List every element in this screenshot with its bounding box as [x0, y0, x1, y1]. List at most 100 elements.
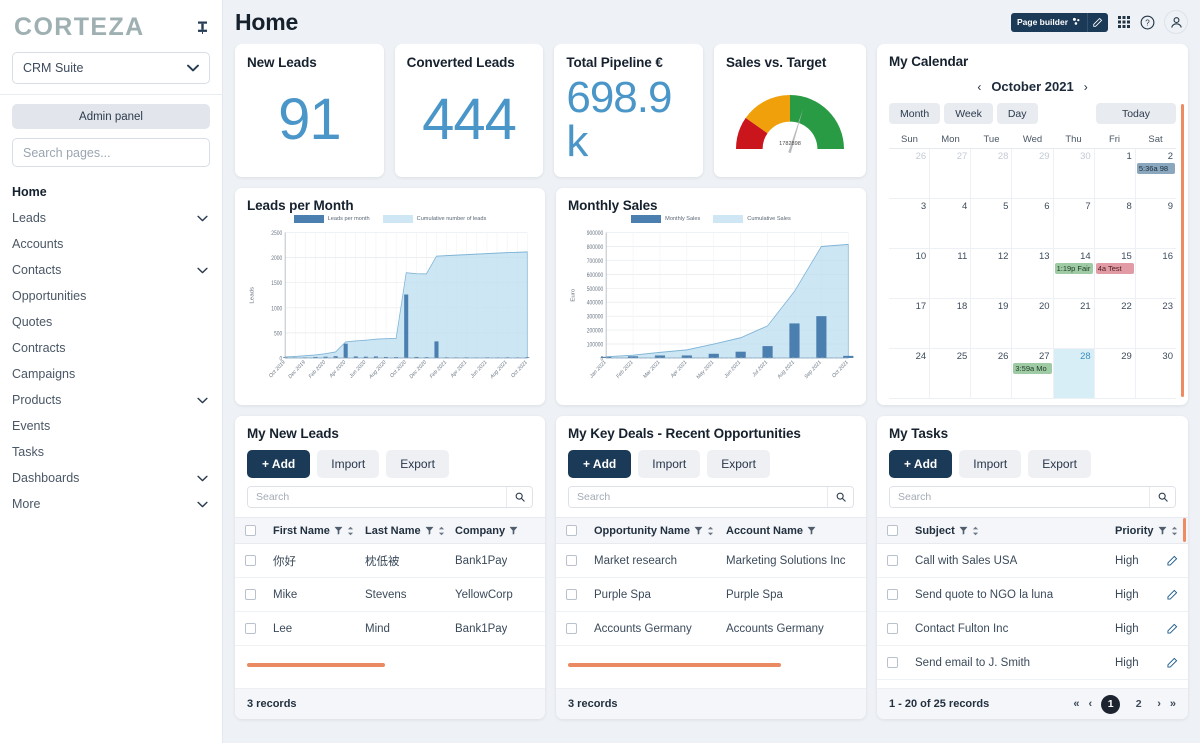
- horizontal-scrollbar[interactable]: [247, 662, 533, 667]
- calendar-day-cell[interactable]: 27: [930, 149, 972, 198]
- calendar-day-cell[interactable]: 21: [1054, 299, 1095, 348]
- search-icon[interactable]: [827, 487, 853, 507]
- search-input[interactable]: Search: [248, 487, 506, 507]
- column-header-first-name[interactable]: First Name: [273, 525, 365, 537]
- calendar-day-cell[interactable]: 22: [1095, 299, 1136, 348]
- table-row[interactable]: Send email to J. Smith High: [877, 646, 1188, 680]
- pin-icon[interactable]: [197, 21, 208, 34]
- pager-page-2[interactable]: 2: [1129, 695, 1148, 714]
- table-row[interactable]: Contact Fulton Inc High: [877, 612, 1188, 646]
- calendar-day-cell[interactable]: 26: [889, 149, 931, 198]
- pager-last[interactable]: »: [1170, 698, 1176, 710]
- sidebar-item-leads[interactable]: Leads: [0, 205, 222, 231]
- calendar-day-cell[interactable]: 25: [930, 349, 972, 398]
- filter-icon[interactable]: [509, 526, 518, 535]
- chevron-right-icon[interactable]: ›: [1084, 80, 1088, 94]
- calendar-day-cell[interactable]: 23: [1136, 299, 1176, 348]
- sort-icon[interactable]: [707, 526, 714, 536]
- calendar-day-cell[interactable]: 27 3:59a Mo: [1012, 349, 1054, 398]
- import-button[interactable]: Import: [638, 450, 701, 478]
- table-row[interactable]: 你好 枕低被 Bank1Pay: [235, 544, 545, 578]
- calendar-day-cell[interactable]: 18: [930, 299, 972, 348]
- filter-icon[interactable]: [807, 526, 816, 535]
- vertical-scrollbar[interactable]: [1183, 518, 1186, 542]
- sort-icon[interactable]: [347, 526, 354, 536]
- table-row[interactable]: Purple Spa Purple Spa: [556, 578, 866, 612]
- calendar-view-week[interactable]: Week: [944, 103, 993, 124]
- calendar-day-cell[interactable]: 8: [1095, 199, 1136, 248]
- table-row[interactable]: Market research Marketing Solutions Inc: [556, 544, 866, 578]
- calendar-day-cell[interactable]: 20: [1012, 299, 1054, 348]
- sidebar-item-contacts[interactable]: Contacts: [0, 257, 222, 283]
- table-row[interactable]: Accounts Germany Accounts Germany: [556, 612, 866, 646]
- table-row[interactable]: Call with Sales USA High: [877, 544, 1188, 578]
- row-checkbox[interactable]: [245, 589, 273, 600]
- calendar-day-cell[interactable]: 26: [971, 349, 1013, 398]
- select-all-checkbox[interactable]: [245, 525, 273, 536]
- row-checkbox[interactable]: [566, 589, 594, 600]
- calendar-event[interactable]: 1:19p Fair: [1054, 263, 1093, 274]
- help-icon[interactable]: ?: [1140, 15, 1155, 30]
- add-button[interactable]: + Add: [568, 450, 632, 478]
- filter-icon[interactable]: [959, 526, 968, 535]
- calendar-event[interactable]: 4a Test: [1095, 263, 1134, 274]
- grid-apps-icon[interactable]: [1117, 15, 1131, 29]
- calendar-event[interactable]: 5:36a 98: [1136, 163, 1175, 174]
- row-checkbox[interactable]: [887, 657, 915, 668]
- edit-task-icon[interactable]: [1167, 623, 1188, 634]
- search-input[interactable]: Search: [569, 487, 827, 507]
- chevron-down-icon[interactable]: [197, 501, 208, 508]
- calendar-day-cell[interactable]: 29: [1095, 349, 1136, 398]
- calendar-day-cell[interactable]: 6: [1012, 199, 1054, 248]
- calendar-day-cell[interactable]: 16: [1136, 249, 1176, 298]
- table-row[interactable]: Lee Mind Bank1Pay: [235, 612, 545, 646]
- filter-icon[interactable]: [694, 526, 703, 535]
- sidebar-item-accounts[interactable]: Accounts: [0, 231, 222, 257]
- sidebar-item-opportunities[interactable]: Opportunities: [0, 283, 222, 309]
- admin-panel-button[interactable]: Admin panel: [12, 104, 210, 129]
- user-avatar-icon[interactable]: [1164, 10, 1188, 34]
- table-row[interactable]: Send quote to NGO la luna High: [877, 578, 1188, 612]
- sidebar-item-products[interactable]: Products: [0, 387, 222, 413]
- calendar-day-cell[interactable]: 10: [889, 249, 931, 298]
- edit-task-icon[interactable]: [1167, 657, 1188, 668]
- search-input[interactable]: Search: [890, 487, 1149, 507]
- export-button[interactable]: Export: [707, 450, 770, 478]
- calendar-day-cell[interactable]: 17: [889, 299, 931, 348]
- calendar-view-month[interactable]: Month: [889, 103, 941, 124]
- pager-first[interactable]: «: [1073, 698, 1079, 710]
- pager-page-1[interactable]: 1: [1101, 694, 1121, 714]
- import-button[interactable]: Import: [317, 450, 380, 478]
- sort-icon[interactable]: [438, 526, 445, 536]
- column-header-last-name[interactable]: Last Name: [365, 525, 455, 537]
- panel-search[interactable]: Search: [568, 486, 854, 508]
- calendar-day-cell[interactable]: 28: [971, 149, 1013, 198]
- calendar-event[interactable]: 3:59a Mo: [1013, 363, 1052, 374]
- select-all-checkbox[interactable]: [887, 525, 915, 536]
- calendar-day-cell[interactable]: 14 1:19p Fair: [1054, 249, 1095, 298]
- row-checkbox[interactable]: [566, 623, 594, 634]
- sidebar-item-contracts[interactable]: Contracts: [0, 335, 222, 361]
- calendar-day-cell[interactable]: 13: [1012, 249, 1054, 298]
- filter-icon[interactable]: [1158, 526, 1167, 535]
- search-icon[interactable]: [506, 487, 532, 507]
- export-button[interactable]: Export: [386, 450, 449, 478]
- sidebar-item-tasks[interactable]: Tasks: [0, 439, 222, 465]
- calendar-day-cell[interactable]: 29: [1012, 149, 1054, 198]
- sidebar-item-more[interactable]: More: [0, 491, 222, 517]
- chevron-down-icon[interactable]: [197, 397, 208, 404]
- add-button[interactable]: + Add: [889, 450, 953, 478]
- table-row[interactable]: Mike Stevens YellowCorp: [235, 578, 545, 612]
- calendar-day-cell[interactable]: 15 4a Test: [1095, 249, 1136, 298]
- horizontal-scrollbar[interactable]: [568, 662, 854, 667]
- chevron-down-icon[interactable]: [197, 475, 208, 482]
- sort-icon[interactable]: [972, 526, 979, 536]
- select-all-checkbox[interactable]: [566, 525, 594, 536]
- calendar-day-cell[interactable]: 3: [889, 199, 931, 248]
- calendar-day-cell[interactable]: 2 5:36a 98: [1136, 149, 1176, 198]
- filter-icon[interactable]: [425, 526, 434, 535]
- pager-prev[interactable]: ‹: [1089, 698, 1093, 710]
- edit-task-icon[interactable]: [1167, 555, 1188, 566]
- page-builder-group[interactable]: Page builder: [1010, 12, 1108, 32]
- export-button[interactable]: Export: [1028, 450, 1091, 478]
